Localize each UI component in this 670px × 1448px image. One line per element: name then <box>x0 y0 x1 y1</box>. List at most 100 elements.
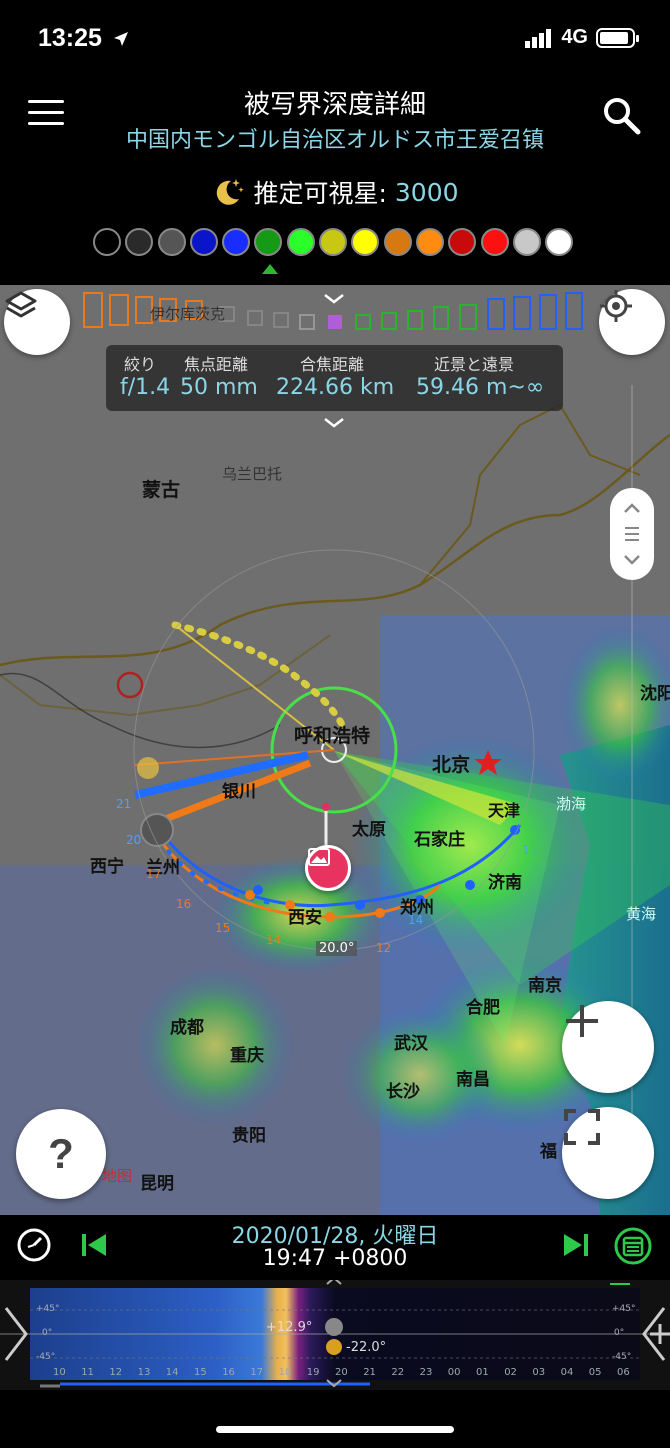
hour-tick-label: 12 <box>109 1367 123 1378</box>
map-label-city: 重庆 <box>230 1046 264 1066</box>
color-swatch[interactable] <box>383 228 412 256</box>
calendar-button[interactable] <box>614 1227 652 1269</box>
map-label-city: 济南 <box>488 873 522 893</box>
color-swatch[interactable] <box>351 228 380 256</box>
hour-tick-label: 10 <box>53 1367 66 1378</box>
dof-panel[interactable]: 絞り 焦点距離 合焦距離 近景と遠景 f/1.4 50 mm 224.66 km… <box>106 345 563 411</box>
hour-tick-label: 03 <box>532 1367 546 1378</box>
path-hour-label: 21 <box>116 797 132 811</box>
zoom-slider-handle[interactable] <box>610 488 654 580</box>
next-button[interactable] <box>562 1231 590 1263</box>
aperture-label: 絞り <box>124 355 157 374</box>
map-label-city: 伊尔库茨克 <box>150 305 226 323</box>
map-label-city: 武汉 <box>394 1034 428 1054</box>
home-indicator[interactable] <box>216 1426 454 1433</box>
focus-label: 合焦距離 <box>300 355 365 374</box>
map-label-city: 沈阳 <box>640 684 670 704</box>
map-label-city: 石家庄 <box>414 830 465 850</box>
path-hour-label: 14 <box>408 913 424 927</box>
hour-tick-label: 19 <box>306 1367 320 1378</box>
hour-tick-label: 06 <box>617 1367 630 1378</box>
expand-icon <box>564 1109 600 1145</box>
visible-stars-row: 推定可視星: 3000 <box>0 174 670 210</box>
color-swatch[interactable] <box>512 228 541 256</box>
deg-label: -45° <box>612 1352 632 1362</box>
stars-value: 3000 <box>394 177 459 207</box>
fullscreen-button[interactable] <box>562 1107 654 1199</box>
focal-value: 50 mm <box>180 375 258 400</box>
status-indicators: 4G <box>525 26 640 49</box>
map-view[interactable]: 伊尔库茨克 蒙古 乌兰巴托 呼和浩特 北京 天津 太原 石家庄 济南 郑州 西安… <box>0 285 670 1215</box>
deg-label: +45° <box>612 1304 636 1314</box>
color-swatch[interactable] <box>415 228 444 256</box>
range-label: 近景と遠景 <box>434 355 515 374</box>
color-swatch[interactable] <box>157 228 186 256</box>
map-label-city: 福 <box>540 1142 557 1162</box>
hour-tick-label: 05 <box>588 1367 602 1378</box>
question-icon: ? <box>48 1130 74 1177</box>
map-label-sea: 黄海 <box>626 905 657 923</box>
hour-tick-label: 20 <box>335 1367 348 1378</box>
map-label-country: 蒙古 <box>142 479 181 501</box>
hour-tick-label: 17 <box>250 1367 264 1378</box>
map-label-city: 成都 <box>170 1018 204 1038</box>
path-hour-label: 12 <box>376 941 392 955</box>
color-swatch[interactable] <box>125 228 154 256</box>
layers-button[interactable] <box>4 289 70 355</box>
map-label-sea: 渤海 <box>556 795 587 813</box>
status-time: 13:25 <box>38 24 102 52</box>
stars-label: 推定可視星: <box>253 179 387 208</box>
deg-label: 0° <box>42 1328 53 1338</box>
map-label-city: 天津 <box>488 801 521 820</box>
locate-button[interactable] <box>599 289 665 355</box>
photo-pin-icon[interactable] <box>305 845 351 891</box>
map-label-city: 合肥 <box>466 998 500 1018</box>
sky-quality-swatches <box>93 228 577 256</box>
location-subtitle[interactable]: 中国内モンゴル自治区オルドス市王爱召镇 <box>0 122 670 154</box>
calendar-icon <box>614 1227 652 1265</box>
path-hour-label: 16 <box>176 897 192 911</box>
map-brand: 地图 <box>102 1167 133 1185</box>
color-swatch[interactable] <box>480 228 509 256</box>
aperture-value: f/1.4 <box>120 375 171 400</box>
color-swatch[interactable] <box>189 228 218 256</box>
color-swatch[interactable] <box>545 228 574 256</box>
hour-tick-label: 02 <box>504 1367 517 1378</box>
map-label-city: 西安 <box>288 908 322 928</box>
signal-icon <box>525 28 552 48</box>
sun-altitude: -22.0° <box>346 1340 387 1355</box>
hour-tick-label: 23 <box>419 1367 433 1378</box>
skip-forward-icon <box>564 1234 588 1256</box>
path-hour-label: 14 <box>266 933 282 947</box>
selected-swatch-indicator <box>262 264 278 274</box>
color-swatch[interactable] <box>448 228 477 256</box>
map-canvas <box>0 285 670 1215</box>
map-label-city: 贵阳 <box>232 1126 266 1146</box>
color-swatch[interactable] <box>286 228 315 256</box>
color-swatch[interactable] <box>222 228 251 256</box>
path-hour-label: 20 <box>126 833 142 847</box>
zoom-in-button[interactable] <box>562 1001 654 1093</box>
slider-grip-icon <box>624 503 640 565</box>
color-swatch[interactable] <box>319 228 348 256</box>
hour-tick-label: 16 <box>222 1367 235 1378</box>
help-button[interactable]: ? <box>16 1109 106 1199</box>
page-title: 被写界深度詳細 <box>243 90 426 120</box>
hour-tick-label: 00 <box>447 1367 461 1378</box>
network-type: 4G <box>561 26 588 48</box>
hour-tick-label: 21 <box>363 1367 376 1378</box>
hour-tick-label: 15 <box>194 1367 207 1378</box>
search-icon[interactable] <box>600 94 644 138</box>
color-swatch[interactable] <box>93 228 121 256</box>
map-label-city: 昆明 <box>140 1174 174 1194</box>
path-hour-label: 11 <box>522 843 538 857</box>
focal-label: 焦点距離 <box>184 355 249 374</box>
map-label-city: 北京 <box>432 754 471 776</box>
layers-icon <box>5 291 37 318</box>
map-label-city: 南京 <box>528 976 562 996</box>
hour-tick-label: 18 <box>278 1367 292 1378</box>
map-label-city: 太原 <box>352 820 386 840</box>
color-swatch[interactable] <box>254 228 283 256</box>
deg-label: 0° <box>614 1328 625 1338</box>
battery-icon <box>596 27 639 48</box>
